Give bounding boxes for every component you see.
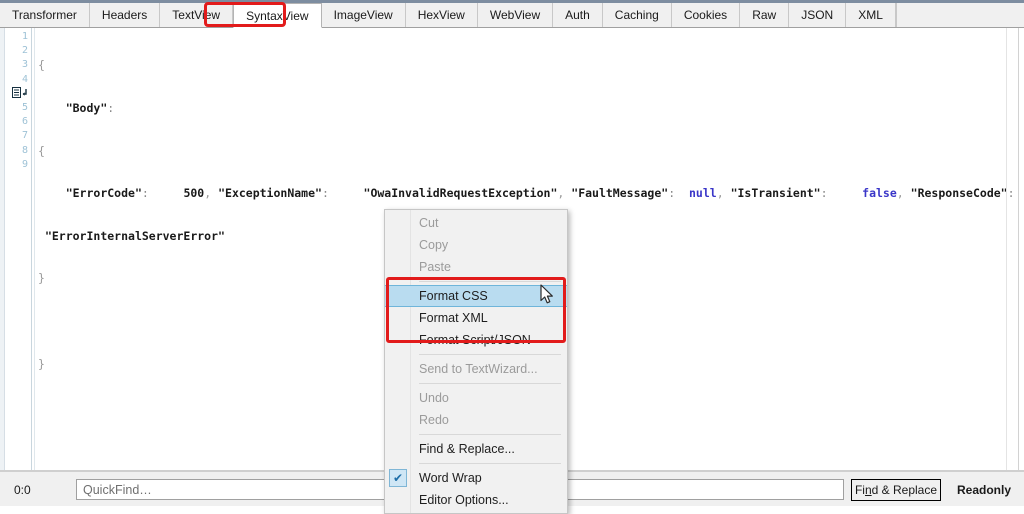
menu-item-word-wrap[interactable]: ✔ Word Wrap xyxy=(385,467,567,489)
menu-item-label: Redo xyxy=(419,413,449,427)
readonly-status-label: Readonly xyxy=(957,483,1012,497)
menu-item-label: Word Wrap xyxy=(419,471,482,485)
tab-auth[interactable]: Auth xyxy=(553,3,603,27)
json-value-exceptionname: "OwaInvalidRequestException" xyxy=(363,186,558,201)
colon: : xyxy=(107,101,115,115)
menu-separator xyxy=(419,434,561,435)
tab-json[interactable]: JSON xyxy=(789,3,847,27)
menu-separator xyxy=(419,463,561,464)
menu-item-find-replace[interactable]: Find & Replace... xyxy=(385,438,567,460)
colon: : xyxy=(141,186,149,201)
colon: : xyxy=(1007,186,1015,201)
menu-item-label: Paste xyxy=(419,260,451,274)
code-line-4: "ErrorCode": 500, "ExceptionName": "OwaI… xyxy=(38,186,1015,201)
menu-item-label: Cut xyxy=(419,216,439,230)
line-number: 5 xyxy=(21,101,28,113)
tab-xml[interactable]: XML xyxy=(846,3,896,27)
line-number: 9 xyxy=(21,158,28,170)
gutter-divider xyxy=(31,28,32,471)
find-replace-button[interactable]: Find & Replace xyxy=(851,479,941,501)
quickfind-placeholder-text: QuickFind… xyxy=(83,482,152,497)
code-line-2: "Body": xyxy=(38,101,1002,115)
brace-open: { xyxy=(38,58,45,73)
menu-item-label: Format Script/JSON xyxy=(419,333,531,347)
editor-context-menu[interactable]: Cut Copy Paste Format CSS Format XML Format S… xyxy=(384,209,568,514)
menu-separator xyxy=(419,354,561,355)
word-wrap-continuation-icon xyxy=(6,86,28,101)
menu-item-format-xml[interactable]: Format XML xyxy=(385,307,567,329)
line-number: 8 xyxy=(21,144,28,156)
line-number: 4 xyxy=(21,73,28,85)
json-value-errorcode: 500 xyxy=(183,186,205,201)
json-value-responsecode: "ErrorInternalServerError" xyxy=(44,228,225,243)
menu-item-label: Copy xyxy=(419,238,449,252)
menu-item-editor-options[interactable]: Editor Options... xyxy=(385,489,567,511)
json-key-errorcode: "ErrorCode" xyxy=(65,186,142,201)
menu-item-redo: Redo xyxy=(385,409,567,431)
editor-left-margin xyxy=(0,28,5,471)
tab-bar-filler xyxy=(895,3,1024,27)
json-value-faultmessage: null xyxy=(689,186,717,201)
tab-textview[interactable]: TextView xyxy=(160,3,234,27)
tab-caching[interactable]: Caching xyxy=(602,3,672,27)
line-number-gutter: 1 2 3 4 5 6 7 8 9 xyxy=(6,30,28,172)
menu-item-format-script-json[interactable]: Format Script/JSON xyxy=(385,329,567,351)
brace-close: } xyxy=(38,356,45,371)
menu-item-undo: Undo xyxy=(385,387,567,409)
editor-right-rule xyxy=(1006,28,1007,471)
menu-item-label: Format CSS xyxy=(419,289,488,303)
tab-raw[interactable]: Raw xyxy=(740,3,790,27)
brace-open: { xyxy=(38,143,45,158)
json-key-body: "Body" xyxy=(65,101,108,115)
tab-webview[interactable]: WebView xyxy=(477,3,554,27)
tab-hexview[interactable]: HexView xyxy=(405,3,478,27)
menu-item-send-to-textwizard: Send to TextWizard... xyxy=(385,358,567,380)
comma: , xyxy=(896,186,904,201)
line-number: 2 xyxy=(21,45,28,57)
tab-headers[interactable]: Headers xyxy=(89,3,161,27)
menu-separator xyxy=(419,281,561,282)
json-value-istransient: false xyxy=(862,186,897,201)
line-number: 6 xyxy=(21,116,28,128)
menu-item-cut: Cut xyxy=(385,212,567,234)
menu-item-label: Undo xyxy=(419,391,449,405)
checkmark-icon: ✔ xyxy=(389,469,407,487)
code-line-3: { xyxy=(38,144,1002,158)
comma: , xyxy=(204,186,212,201)
line-number: 3 xyxy=(21,59,28,71)
line-number: 1 xyxy=(21,31,28,42)
gutter-divider-secondary xyxy=(34,28,35,471)
code-line-1: { xyxy=(38,58,1002,72)
menu-item-label: Editor Options... xyxy=(419,493,509,507)
line-number: 7 xyxy=(21,130,28,142)
tab-imageview[interactable]: ImageView xyxy=(321,3,406,27)
tab-cookies[interactable]: Cookies xyxy=(671,3,741,27)
colon: : xyxy=(321,186,329,201)
menu-item-format-css[interactable]: Format CSS xyxy=(385,285,567,307)
menu-item-label: Send to TextWizard... xyxy=(419,362,538,376)
view-tab-bar: Transformer Headers TextView SyntaxView Imag… xyxy=(0,3,1024,28)
json-key-istransient: "IsTransient" xyxy=(730,186,821,201)
json-key-responsecode: "ResponseCode" xyxy=(910,186,1008,201)
json-key-exceptionname: "ExceptionName" xyxy=(218,186,322,201)
find-replace-label: Find & Replace xyxy=(854,483,938,497)
editor-scroll-edge xyxy=(1018,28,1019,471)
menu-item-paste: Paste xyxy=(385,256,567,278)
menu-separator xyxy=(419,383,561,384)
tab-transformer[interactable]: Transformer xyxy=(0,3,90,27)
comma: , xyxy=(716,186,724,201)
menu-item-label: Format XML xyxy=(419,311,488,325)
colon: : xyxy=(820,186,828,201)
menu-item-copy: Copy xyxy=(385,234,567,256)
colon: : xyxy=(668,186,676,201)
json-key-faultmessage: "FaultMessage" xyxy=(571,186,669,201)
caret-position-label: 0:0 xyxy=(14,483,31,497)
tab-syntaxview[interactable]: SyntaxView xyxy=(233,3,322,28)
comma: , xyxy=(557,186,565,201)
brace-close: } xyxy=(38,271,45,286)
menu-item-label: Find & Replace... xyxy=(419,442,515,456)
